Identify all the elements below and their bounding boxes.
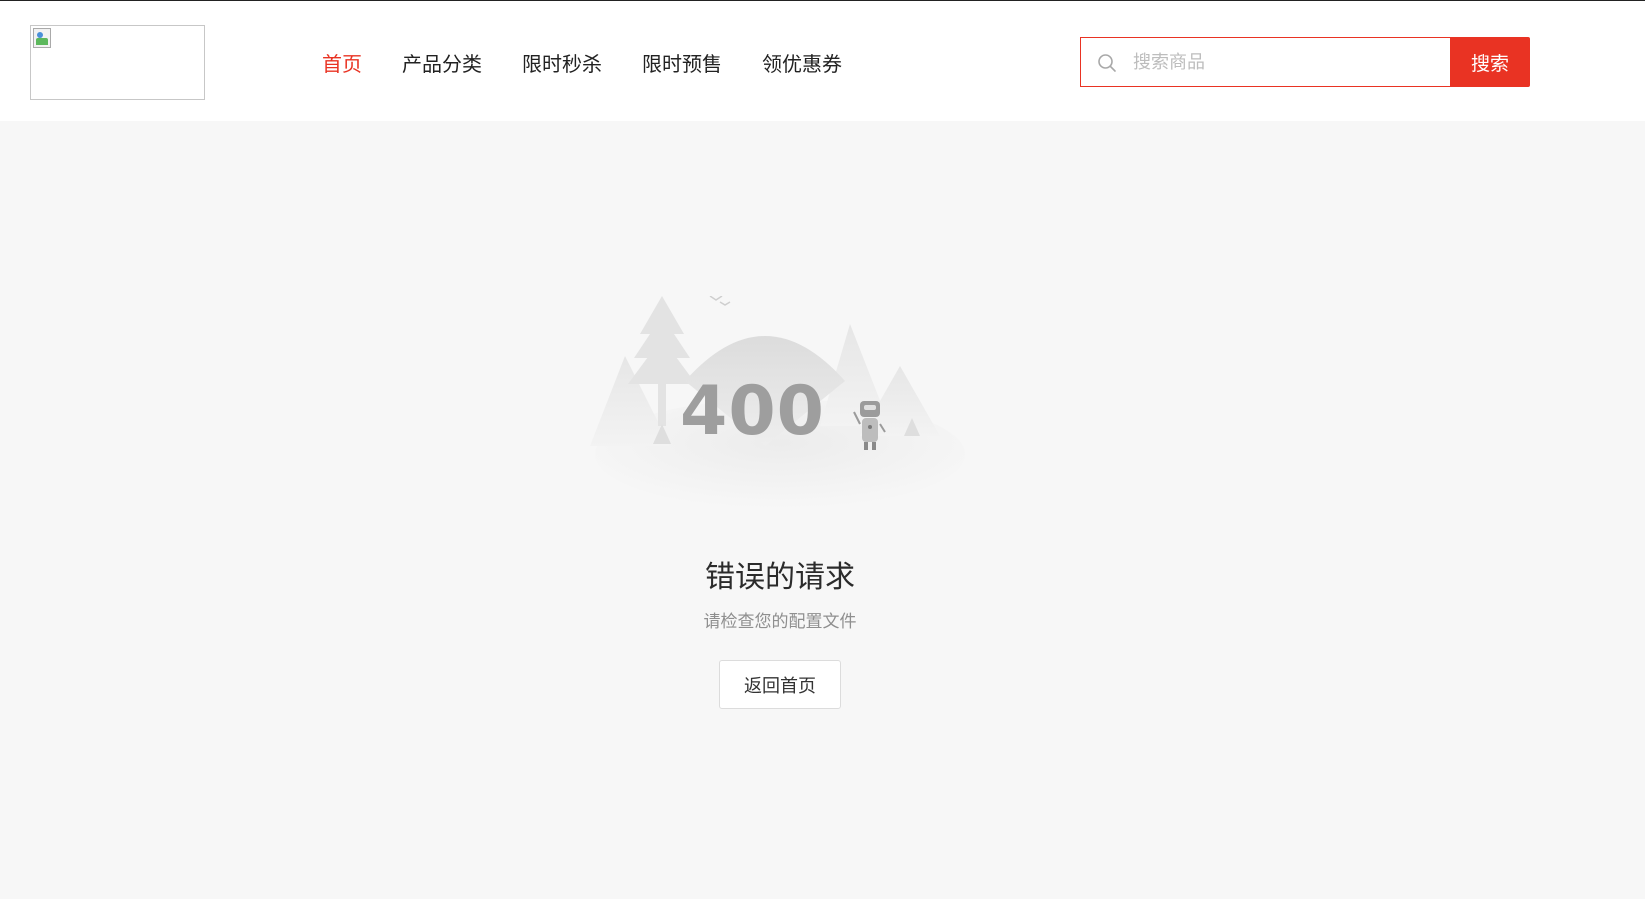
- error-illustration: 400: [590, 296, 965, 509]
- search-button[interactable]: 搜索: [1450, 37, 1530, 87]
- search-box: [1080, 37, 1450, 87]
- bird-shape: [709, 296, 731, 306]
- nav-item-presale[interactable]: 限时预售: [642, 48, 722, 77]
- search-input[interactable]: [1133, 38, 1433, 86]
- nav-item-categories[interactable]: 产品分类: [402, 48, 482, 77]
- search-icon: [1098, 54, 1116, 72]
- main-nav: 首页 产品分类 限时秒杀 限时预售 领优惠券: [322, 45, 882, 79]
- search-bar: 搜索: [1080, 37, 1530, 87]
- error-subtitle: 请检查您的配置文件: [703, 612, 857, 632]
- back-home-button[interactable]: 返回首页: [719, 660, 841, 709]
- nav-item-flash-sale[interactable]: 限时秒杀: [522, 48, 602, 77]
- error-code: 400: [680, 372, 825, 451]
- logo-image[interactable]: [30, 25, 205, 100]
- nav-item-home[interactable]: 首页: [322, 48, 362, 77]
- error-title: 错误的请求: [705, 560, 855, 595]
- nav-item-coupons[interactable]: 领优惠券: [762, 48, 842, 77]
- site-header: 首页 产品分类 限时秒杀 限时预售 领优惠券 搜索: [0, 0, 1645, 121]
- broken-image-icon: [33, 28, 51, 48]
